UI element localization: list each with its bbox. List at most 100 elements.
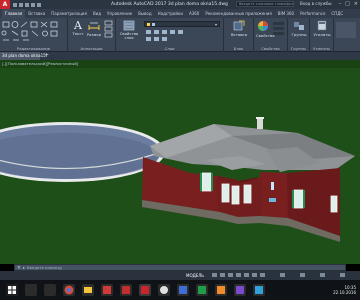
groups-button[interactable]: Группы [289,20,309,37]
utilities-button[interactable]: Утилиты [311,20,333,37]
modify-tool-icons[interactable] [0,19,68,45]
save-icon[interactable] [25,2,29,7]
match-properties-button[interactable]: Свойства [256,20,275,38]
insert-button[interactable]: Вставка [227,20,251,37]
annotation-group: A Текст Размер Аннотации [68,18,116,52]
undo-icon[interactable] [37,2,41,7]
lightbulb-icon [147,23,150,26]
property-list-icons[interactable] [272,21,286,37]
mirror-tool-icon [11,30,19,36]
tab-4[interactable]: Управление [104,9,135,18]
group-icon [294,22,304,30]
new-icon[interactable] [13,2,17,7]
ortho-icon[interactable] [228,273,233,277]
tab-11[interactable]: СПДС [328,9,346,18]
group-label-groups: Группы [291,46,306,51]
workspace-icon[interactable] [300,273,305,277]
annotation-scale-icon[interactable] [280,273,285,277]
porch-light [271,182,274,190]
search-input[interactable]: Введите ключевое слово/фразу [236,1,294,7]
close-icon[interactable]: × [354,1,358,7]
calculator-icon [317,20,327,31]
system-clock[interactable]: 10:35 22.10.2016 [333,285,356,295]
tab-0[interactable]: Главная [2,9,26,18]
chevron-down-icon: ▾ [214,22,217,27]
layer-properties-icon [123,20,135,31]
autocad-taskbar-icon[interactable] [139,284,151,296]
tab-9[interactable]: BIM 360 [275,9,297,18]
tab-6[interactable]: Надстройки [155,9,186,18]
model-tab[interactable]: МОДЕЛЬ [186,273,204,278]
group-label-properties: Свойства [261,46,280,51]
window-title: Autodesk AutoCAD 2017 3d plan doma okna1… [111,2,228,7]
tab-1[interactable]: Вставка [25,9,48,18]
app-icon-1[interactable] [101,284,113,296]
app-icon-3[interactable] [158,284,170,296]
stretch-tool-icon [50,21,58,28]
app-icon-6[interactable] [215,284,227,296]
sun-icon [152,23,155,26]
dimension-button[interactable]: Размер [86,20,102,37]
leader-icons[interactable] [104,20,114,38]
app-icon-7[interactable] [234,284,246,296]
group-label-layers: Слои [164,46,175,51]
insert-block-icon [233,20,245,31]
grid-icon[interactable] [212,273,217,277]
fillet-tool-icon [42,30,48,37]
line-tool-icon [2,21,10,28]
app-icon-4[interactable] [177,284,189,296]
command-input[interactable]: Введите команду [25,265,62,270]
new-drawing-tab-icon[interactable]: + [44,52,49,60]
quick-access-toolbar [13,2,41,7]
drawing-tab[interactable]: 3d plan doma okna15* [0,52,48,60]
copy-tool-icon [40,21,48,28]
drawing-tabs: 3d plan doma okna15* + [0,52,360,60]
fullscreen-icon[interactable] [340,273,345,277]
tab-7[interactable]: A360 [186,9,202,18]
close-icon[interactable]: × [15,265,23,271]
tab-3[interactable]: Вид [90,9,104,18]
layer-tool-icons[interactable] [144,29,220,43]
maximize-icon[interactable]: □ [345,1,350,7]
layer-properties-button[interactable]: Свойства слоя [118,20,140,41]
tab-10[interactable]: Performance [297,9,328,18]
block-group: Вставка Блок [224,18,254,52]
autocad-logo[interactable]: A [0,0,10,9]
snap-icon[interactable] [220,273,225,277]
app-icon-8[interactable] [253,284,265,296]
command-line[interactable]: × ▸ Введите команду [14,264,346,271]
text-button[interactable]: A Текст [70,20,86,36]
group-label-annotation: Аннотации [80,46,103,51]
app-icon-5[interactable] [196,284,208,296]
open-icon[interactable] [19,2,23,7]
polar-icon[interactable] [236,273,241,277]
osnap-icon[interactable] [244,273,249,277]
search-taskbar-icon[interactable] [25,284,37,296]
viewport-label[interactable]: [-][Пользовательский][Реалистичный] [2,61,78,66]
group-label-modify: Редактирование [16,46,51,51]
modify-group: Редактирование [0,18,68,52]
move-tool-icon [30,21,38,28]
minimize-icon[interactable]: – [339,1,342,7]
rotate-tool-icon [1,30,7,36]
porch-detail [269,198,276,202]
explorer-icon[interactable] [82,284,94,296]
customize-icon[interactable] [320,273,325,277]
chrome-icon[interactable] [63,284,75,296]
print-icon[interactable] [31,2,35,7]
title-bar: A Autodesk AutoCAD 2017 3d plan doma okn… [0,0,360,9]
tab-5[interactable]: Вывод [135,9,154,18]
tab-2[interactable]: Параметризация [48,9,90,18]
app-icon-2[interactable] [120,284,132,296]
ribbon-extra-panel[interactable] [336,22,356,38]
login-link[interactable]: Вход в службы [300,1,332,6]
layer-dropdown[interactable]: ▾ [144,21,220,27]
otrack-icon[interactable] [252,273,257,277]
tab-8[interactable]: Рекомендованные приложения [202,9,274,18]
start-button[interactable] [6,284,18,296]
circle-tool-icon [11,21,19,28]
lineweight-icon[interactable] [260,273,265,277]
bay-window-2 [231,185,240,205]
model-viewport[interactable]: [-][Пользовательский][Реалистичный] [0,60,360,264]
task-view-icon[interactable] [44,284,56,296]
